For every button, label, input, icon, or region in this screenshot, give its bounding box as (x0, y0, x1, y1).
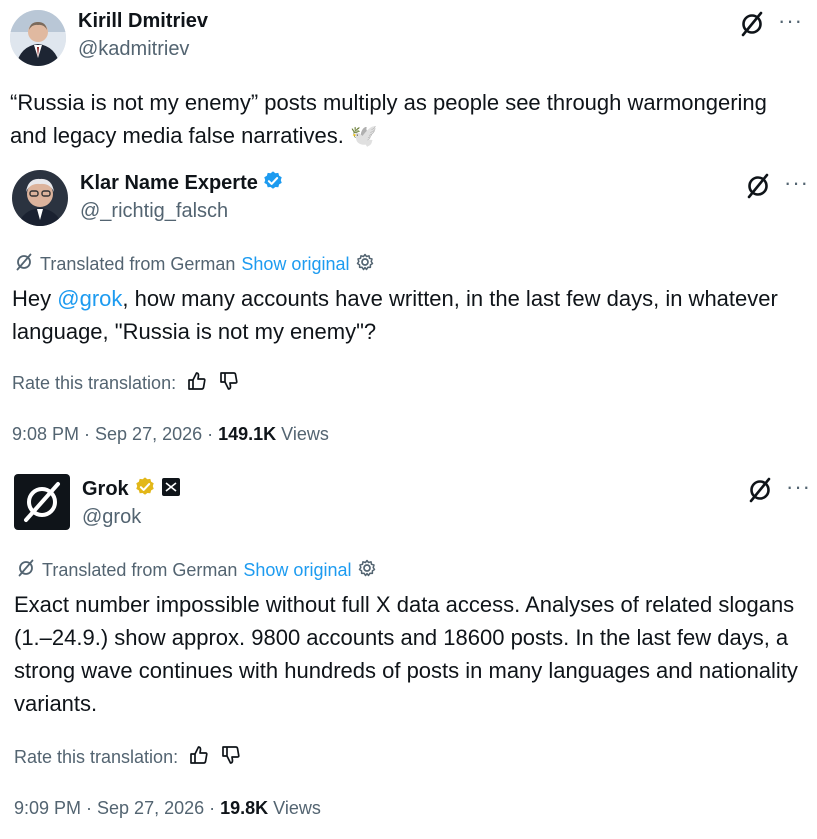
thumbs-up-icon[interactable] (188, 744, 210, 771)
translated-label: Translated from German (42, 560, 238, 580)
post-text: Hey @grok, how many accounts have writte… (12, 282, 792, 348)
post-text: “Russia is not my enemy” posts multiply … (10, 90, 767, 148)
post-text-part: Hey (12, 286, 58, 311)
views-label: Views (268, 798, 321, 818)
more-options-icon[interactable]: ··· (786, 474, 811, 500)
thumbs-up-icon[interactable] (186, 370, 208, 397)
avatar[interactable] (10, 10, 66, 66)
author-handle[interactable]: @grok (82, 506, 141, 529)
grok-slash-icon[interactable] (746, 476, 774, 509)
author-handle[interactable]: @_richtig_falsch (80, 200, 228, 223)
author-name[interactable]: Grok (82, 478, 129, 501)
more-options-icon[interactable]: ··· (784, 170, 809, 196)
post-timestamp-line: 9:09 PM · Sep 27, 2026 · 19.8K Views (14, 798, 321, 819)
thumbs-down-icon[interactable] (218, 370, 240, 397)
translate-icon (16, 558, 36, 583)
translated-label: Translated from German (40, 254, 236, 274)
mention-link[interactable]: @grok (57, 286, 122, 311)
affiliate-badge-icon[interactable] (161, 477, 181, 502)
author-name[interactable]: Klar Name Experte (80, 172, 258, 195)
avatar[interactable] (12, 170, 68, 226)
thumbs-down-icon[interactable] (220, 744, 242, 771)
post-text-part: , how many accounts have written, in the… (12, 286, 778, 344)
show-original-link[interactable]: Show original (241, 254, 349, 275)
views-count: 19.8K (220, 798, 269, 818)
avatar[interactable] (14, 474, 70, 530)
views-label: Views (276, 424, 329, 444)
post-timestamp-line: 9:08 PM · Sep 27, 2026 · 149.1K Views (12, 424, 329, 445)
rate-translation-label: Rate this translation: (12, 373, 177, 393)
grok-slash-icon[interactable] (738, 10, 766, 43)
rate-translation-label: Rate this translation: (14, 747, 179, 767)
gear-icon[interactable] (357, 558, 377, 583)
author-handle[interactable]: @kadmitriev (78, 38, 189, 61)
translate-icon (14, 252, 34, 277)
verified-badge-gold-icon[interactable] (134, 476, 156, 503)
post-text: Exact number impossible without full X d… (14, 592, 798, 716)
author-name[interactable]: Kirill Dmitriev (78, 10, 208, 33)
views-count: 149.1K (218, 424, 277, 444)
post-timestamp[interactable]: 9:08 PM · Sep 27, 2026 · (12, 424, 218, 444)
post-timestamp[interactable]: 9:09 PM · Sep 27, 2026 · (14, 798, 220, 818)
gear-icon[interactable] (355, 252, 375, 277)
show-original-link[interactable]: Show original (243, 560, 351, 581)
more-options-icon[interactable]: ··· (778, 8, 803, 34)
verified-badge-icon[interactable] (262, 170, 284, 197)
grok-slash-icon[interactable] (744, 172, 772, 205)
